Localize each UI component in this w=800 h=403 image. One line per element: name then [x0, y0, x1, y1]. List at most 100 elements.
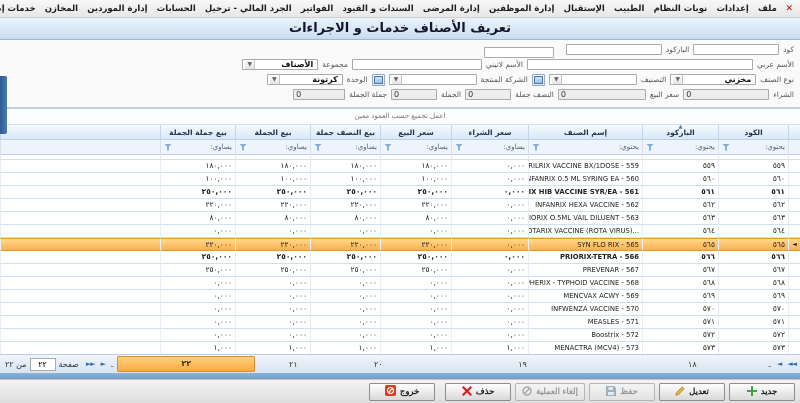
table-row[interactable]: ٥٧٣٥٧٣MENACTRA (MCV4) - 573١,٠٠٠١,٠٠٠١,٠…	[0, 342, 800, 354]
table-row-selected[interactable]: ◄٥٦٥٥٦٥SYN FLO RIX - 565٠,٠٠٠٢٢٠,٠٠٠٢٢٠,…	[0, 238, 800, 251]
menu-item-6[interactable]: إدارة المرضى	[418, 4, 484, 14]
unit-select[interactable]: كرتونة ▼	[267, 74, 343, 85]
delete-button[interactable]: حذف	[445, 383, 511, 401]
pager-page-٢١[interactable]: ٢١	[255, 360, 331, 369]
table-row[interactable]: ٥٦٠٥٦٠INFANRIX 0.5 ML SYRING EA - 560٠,٠…	[0, 173, 800, 186]
filter-cell-half[interactable]: يساوي:	[310, 140, 380, 155]
filter-funnel-icon[interactable]	[455, 144, 463, 151]
menu-item-7[interactable]: السندات و القيود	[338, 4, 418, 14]
column-header-name[interactable]: إسم الصنف	[528, 125, 642, 140]
menu-item-10[interactable]: الحسابات	[152, 4, 200, 14]
menu-item-9[interactable]: الجرد المالي - ترحيل	[200, 4, 296, 14]
group-select[interactable]: الأصناف ▼	[242, 59, 318, 70]
column-header-bulk[interactable]: بيع جملة الجملة	[160, 125, 235, 140]
category-lookup-button[interactable]	[532, 74, 545, 86]
menu-item-13[interactable]: خدمات إضافية	[0, 4, 40, 14]
column-header-whole[interactable]: بيع الجملة	[235, 125, 310, 140]
name-ar-field[interactable]	[527, 59, 753, 70]
pager-prev-icon[interactable]: ◄	[775, 360, 783, 368]
table-row[interactable]: ٥٦٩٥٦٩MENCVAX ACWY - 569٠,٠٠٠٠,٠٠٠٠,٠٠٠٠…	[0, 290, 800, 303]
pager-page-current[interactable]: ٢٢	[117, 356, 255, 372]
filter-condition-label[interactable]: يساوي:	[355, 143, 377, 151]
pager-page-١٩[interactable]: ١٩	[425, 360, 620, 369]
menu-item-2[interactable]: نوبات النظام	[649, 4, 712, 14]
table-row[interactable]: ٥٦٦٥٦٦PRIORIX-TETRA - 566٠,٠٠٠٢٥٠,٠٠٠٢٥٠…	[0, 251, 800, 264]
filter-condition-label[interactable]: يساوي:	[210, 143, 232, 151]
filter-funnel-icon[interactable]	[722, 144, 730, 151]
menu-item-5[interactable]: إدارة الموظفين	[484, 4, 559, 14]
filter-condition-label[interactable]: يحتوي:	[765, 143, 785, 151]
table-row[interactable]: ٥٧٠٥٧٠INFWENZA VACCINE - 570٠,٠٠٠٠,٠٠٠٠,…	[0, 303, 800, 316]
bulk-wholesale-field[interactable]	[293, 89, 345, 100]
filter-cell-buy[interactable]: يساوي:	[451, 140, 528, 155]
filter-funnel-icon[interactable]	[314, 144, 322, 151]
filter-funnel-icon[interactable]	[646, 144, 654, 151]
edit-button[interactable]: تعديل	[659, 383, 725, 401]
exit-button[interactable]: خروج	[369, 383, 435, 401]
new-button[interactable]: جديد	[729, 383, 795, 401]
menu-item-3[interactable]: الطبيب	[609, 4, 649, 14]
pager-last-icon[interactable]: ►►	[84, 360, 97, 368]
barcode-field[interactable]	[566, 44, 662, 55]
filter-cell-whole[interactable]: يساوي:	[235, 140, 310, 155]
column-header-half[interactable]: بيع النصف جملة	[310, 125, 380, 140]
filter-condition-label[interactable]: يساوي:	[503, 143, 525, 151]
table-row[interactable]: ٥٦٨٥٦٨TYPHERIX - TYPHOID VACCINE - 568٠,…	[0, 277, 800, 290]
category-select[interactable]: ▼	[549, 74, 637, 85]
filter-funnel-icon[interactable]	[164, 144, 172, 151]
buy-price-field[interactable]	[683, 89, 769, 100]
pager-first-icon[interactable]: ◄◄	[785, 360, 798, 368]
collapsed-panel-tab[interactable]	[0, 76, 7, 134]
column-header-code[interactable]: الكود	[718, 125, 788, 140]
sell-price-field[interactable]	[558, 89, 646, 100]
filter-cell-code[interactable]: يحتوي:	[718, 140, 788, 155]
table-row[interactable]: ٥٦٧٥٦٧PREVENAR - 567٠,٠٠٠٢٥٠,٠٠٠٢٥٠,٠٠٠٢…	[0, 264, 800, 277]
filter-condition-label[interactable]: يحتوي:	[695, 143, 715, 151]
cell-sell: ٠,٠٠٠	[380, 316, 451, 329]
manufacturer-lookup-button[interactable]	[372, 74, 385, 86]
extra-field[interactable]	[484, 47, 554, 58]
table-row[interactable]: ٥٦٣٥٦٣PRIORIX O.5ML VAIL DILUENT - 563٠,…	[0, 212, 800, 225]
filter-funnel-icon[interactable]	[532, 144, 540, 151]
table-row[interactable]: ٥٦٤٥٦٤...ROTARIX VACCINE (ROTA VIRUS) -٠…	[0, 225, 800, 238]
menu-item-12[interactable]: المخازن	[40, 4, 82, 14]
menu-item-1[interactable]: إعدادات	[712, 4, 754, 14]
cell-sell: ٠,٠٠٠	[380, 225, 451, 238]
table-row[interactable]: ٥٧٢٥٧٢Boostrix - 572٠,٠٠٠٠,٠٠٠٠,٠٠٠٠,٠٠٠…	[0, 329, 800, 342]
filter-condition-label[interactable]: يساوي:	[285, 143, 307, 151]
item-type-select[interactable]: مخزني ▼	[670, 74, 756, 85]
table-row[interactable]: ٥٥٩٥٥٩VARILRIX VACCINE BX/1DOSE - 559٠,٠…	[0, 160, 800, 173]
close-window-icon[interactable]: ✕	[781, 4, 797, 14]
menu-item-11[interactable]: إدارة الموردين	[83, 4, 152, 14]
column-header-sell[interactable]: سعر البيع	[380, 125, 451, 140]
manufacturer-select[interactable]: ▼	[389, 74, 477, 85]
table-row[interactable]: ٥٧١٥٧١MEASLES - 571٠,٠٠٠٠,٠٠٠٠,٠٠٠٠,٠٠٠٠…	[0, 316, 800, 329]
cell-whole: ٢٢٠,٠٠٠	[235, 238, 310, 251]
half-wholesale-field[interactable]	[465, 89, 511, 100]
button-label: إلغاء العملية	[536, 386, 578, 397]
cell-whole: ٠,٠٠٠	[235, 290, 310, 303]
filter-condition-label[interactable]: يساوي:	[426, 143, 448, 151]
filter-cell-name[interactable]: يحتوي:	[528, 140, 642, 155]
table-row[interactable]: ٥٦١٥٦١INFANRIX HIB VACCINE SYR/EA - 561٠…	[0, 186, 800, 199]
table-row[interactable]: ٥٦٢٥٦٢INFANRIX HEXA VACCINE - 562٠,٠٠٠٢٢…	[0, 199, 800, 212]
column-header-buy[interactable]: سعر الشراء	[451, 125, 528, 140]
filter-condition-label[interactable]: يحتوي:	[619, 143, 639, 151]
column-header-barcode[interactable]: الباركود▲	[642, 125, 718, 140]
pager-page-٢٠[interactable]: ٢٠	[332, 360, 425, 369]
pager-page-input[interactable]	[30, 358, 56, 371]
filter-cell-sell[interactable]: يساوي:	[380, 140, 451, 155]
name-en-field[interactable]	[352, 59, 482, 70]
pager-page-١٨[interactable]: ١٨	[620, 360, 764, 369]
menu-item-0[interactable]: ملف	[753, 4, 781, 14]
code-field[interactable]	[693, 44, 779, 55]
menu-item-8[interactable]: الفواتير	[296, 4, 338, 14]
filter-funnel-icon[interactable]	[384, 144, 392, 151]
filter-funnel-icon[interactable]	[239, 144, 247, 151]
menu-item-4[interactable]: الإستقبال	[559, 4, 609, 14]
filter-cell-bulk[interactable]: يساوي:	[160, 140, 235, 155]
filter-cell-barcode[interactable]: يحتوي:	[642, 140, 718, 155]
wholesale-field[interactable]	[391, 89, 437, 100]
pager-next-icon[interactable]: ►	[99, 360, 107, 368]
group-by-panel[interactable]: اعمل تجميع حسب العمود معين	[0, 109, 800, 125]
